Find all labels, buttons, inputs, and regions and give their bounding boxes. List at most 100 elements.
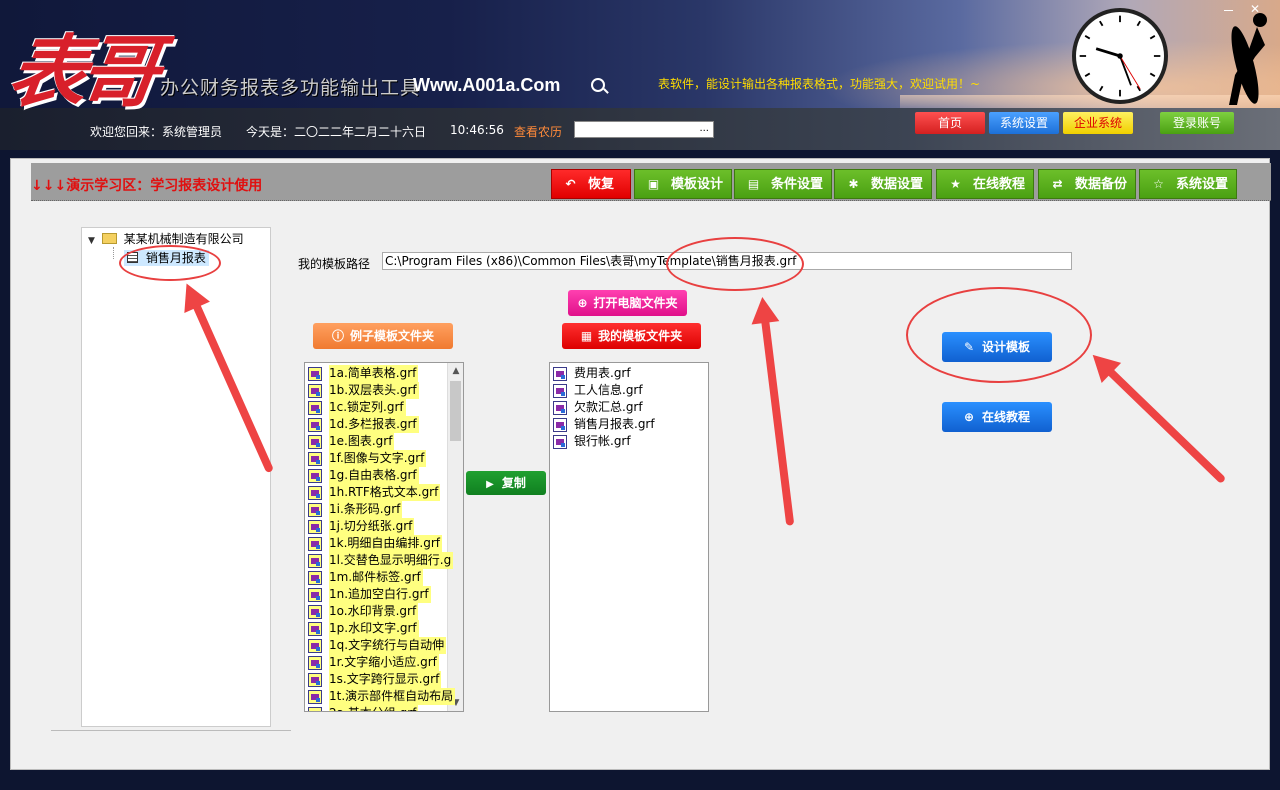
my-file-label: 欠款汇总.grf xyxy=(574,400,643,414)
nav-home-button[interactable]: 首页 xyxy=(915,112,985,134)
table-icon xyxy=(127,252,138,263)
tree-item-sales-report[interactable]: 销售月报表 xyxy=(124,250,209,266)
close-icon[interactable]: ✕ xyxy=(1250,3,1264,15)
example-file-item[interactable]: 1o.水印背景.grf xyxy=(305,603,447,620)
example-file-item[interactable]: 1e.图表.grf xyxy=(305,433,447,450)
example-file-item[interactable]: 1p.水印文字.grf xyxy=(305,620,447,637)
online-tutorial-button[interactable]: ★ 在线教程 xyxy=(936,169,1034,199)
restore-button[interactable]: ↶ 恢复 xyxy=(551,169,631,199)
example-template-list[interactable]: ▲ ▼ 1a.简单表格.grf 1b.双层表头.grf 1c.锁定列.grf 1d.多… xyxy=(304,362,464,712)
example-file-item[interactable]: 1q.文字统行与自动伸 xyxy=(305,637,447,654)
report-file-icon xyxy=(553,367,567,381)
my-template-list[interactable]: 费用表.grf 工人信息.grf 欠款汇总.grf 销售月报表.grf 银行帐.grf xyxy=(549,362,709,712)
example-file-label: 1s.文字跨行显示.grf xyxy=(329,671,442,688)
example-file-label: 1q.文字统行与自动伸 xyxy=(329,637,447,654)
example-file-item[interactable]: 1h.RTF格式文本.grf xyxy=(305,484,447,501)
data-settings-button[interactable]: ✱ 数据设置 xyxy=(834,169,932,199)
example-file-item[interactable]: 1m.邮件标签.grf xyxy=(305,569,447,586)
main-panel: ↓↓↓演示学习区：学习报表设计使用 ↶ 恢复 ▣ 模板设计 ▤ 条件设置 ✱ 数据设置 … xyxy=(10,158,1271,770)
report-file-icon xyxy=(308,367,322,381)
clock-icon xyxy=(1072,8,1168,104)
my-folder-label: 我的模板文件夹 xyxy=(598,329,683,343)
copy-button[interactable]: ▶ 复制 xyxy=(466,471,546,495)
template-path-label: 我的模板路径 xyxy=(298,257,371,271)
example-file-label: 1a.简单表格.grf xyxy=(329,365,419,382)
report-file-icon xyxy=(308,503,322,517)
my-file-item[interactable]: 欠款汇总.grf xyxy=(550,399,708,416)
picture-icon: ▤ xyxy=(747,177,760,191)
example-file-item[interactable]: 1d.多栏报表.grf xyxy=(305,416,447,433)
template-design-button[interactable]: ▣ 模板设计 xyxy=(634,169,732,199)
report-file-icon xyxy=(553,384,567,398)
retweet-icon: ⇄ xyxy=(1052,177,1063,191)
condition-settings-button[interactable]: ▤ 条件设置 xyxy=(734,169,832,199)
condition-settings-label: 条件设置 xyxy=(771,177,824,192)
design-template-label: 设计模板 xyxy=(982,340,1031,354)
example-file-label: 1f.图像与文字.grf xyxy=(329,450,427,467)
example-file-item[interactable]: 1s.文字跨行显示.grf xyxy=(305,671,447,688)
report-file-icon xyxy=(308,588,322,602)
report-file-icon xyxy=(308,639,322,653)
collapse-icon[interactable]: ▼ xyxy=(88,236,95,246)
edit-icon: ✎ xyxy=(963,340,975,354)
minimize-icon[interactable] xyxy=(1222,4,1236,14)
tutorial-button[interactable]: ⊕ 在线教程 xyxy=(942,402,1052,432)
search-icon[interactable] xyxy=(591,78,605,92)
tree-connector xyxy=(113,247,114,259)
example-file-item[interactable]: 1f.图像与文字.grf xyxy=(305,450,447,467)
tree-root[interactable]: ▼ 某某机械制造有限公司 xyxy=(88,231,244,247)
my-file-item[interactable]: 销售月报表.grf xyxy=(550,416,708,433)
my-file-item[interactable]: 银行帐.grf xyxy=(550,433,708,450)
example-file-item[interactable]: 1k.明细自由编排.grf xyxy=(305,535,447,552)
star-icon: ★ xyxy=(950,177,961,191)
example-folder-button[interactable]: ⓘ 例子模板文件夹 xyxy=(313,323,453,349)
nav-login-button[interactable]: 登录账号 xyxy=(1160,112,1234,134)
my-folder-button[interactable]: ▦ 我的模板文件夹 xyxy=(562,323,701,349)
lunar-calendar-link[interactable]: 查看农历 xyxy=(514,123,562,140)
example-file-item[interactable]: 1j.切分纸张.grf xyxy=(305,518,447,535)
my-file-label: 银行帐.grf xyxy=(574,434,631,448)
example-file-item[interactable]: 1a.简单表格.grf xyxy=(305,365,447,382)
template-path-input[interactable]: C:\Program Files (x86)\Common Files\表哥\m… xyxy=(382,252,1072,270)
example-file-item[interactable]: 1i.条形码.grf xyxy=(305,501,447,518)
zoom-in-icon: ⊕ xyxy=(963,410,975,424)
my-file-item[interactable]: 工人信息.grf xyxy=(550,382,708,399)
my-file-label: 工人信息.grf xyxy=(574,383,643,397)
zoom-icon: ⊕ xyxy=(577,296,588,310)
data-backup-button[interactable]: ⇄ 数据备份 xyxy=(1038,169,1136,199)
online-tutorial-label: 在线教程 xyxy=(973,177,1026,192)
company-tree[interactable]: ▼ 某某机械制造有限公司 销售月报表 xyxy=(81,227,271,727)
report-file-icon xyxy=(308,520,322,534)
nav-enterprise-button[interactable]: 企业系统 xyxy=(1063,112,1133,134)
scroll-up-icon[interactable]: ▲ xyxy=(451,366,461,376)
undo-icon: ↶ xyxy=(565,177,576,191)
example-file-item[interactable]: 1l.交替色显示明细行.g xyxy=(305,552,454,569)
example-file-label: 1k.明细自由编排.grf xyxy=(329,535,442,552)
date-picker[interactable]: ... xyxy=(574,121,714,138)
system-settings-button[interactable]: ☆ 系统设置 xyxy=(1139,169,1237,199)
report-file-icon xyxy=(308,418,322,432)
folder-icon xyxy=(101,233,117,244)
report-file-icon xyxy=(308,571,322,585)
example-file-item[interactable]: 1c.锁定列.grf xyxy=(305,399,447,416)
example-file-item[interactable]: 2a.基本分组.grf xyxy=(305,705,447,711)
welcome-text: 欢迎您回来：系统管理员 xyxy=(90,125,223,139)
example-file-item[interactable]: 1n.追加空白行.grf xyxy=(305,586,447,603)
open-folder-button[interactable]: ⊕ 打开电脑文件夹 xyxy=(568,290,687,316)
example-file-item[interactable]: 1b.双层表头.grf xyxy=(305,382,447,399)
example-file-item[interactable]: 1r.文字缩小适应.grf xyxy=(305,654,447,671)
site-link[interactable]: Www.A001a.Com xyxy=(413,75,560,96)
example-list-scrollbar[interactable]: ▲ ▼ xyxy=(447,363,463,711)
nav-system-settings-button[interactable]: 系统设置 xyxy=(989,112,1059,134)
my-file-item[interactable]: 费用表.grf xyxy=(550,365,708,382)
example-file-label: 2a.基本分组.grf xyxy=(329,705,419,711)
scrollbar-thumb[interactable] xyxy=(450,381,461,441)
design-template-button[interactable]: ✎ 设计模板 xyxy=(942,332,1052,362)
example-file-label: 1d.多栏报表.grf xyxy=(329,416,419,433)
example-file-label: 1g.自由表格.grf xyxy=(329,467,419,484)
annotation-arrow-design xyxy=(1094,356,1227,485)
report-file-icon xyxy=(553,418,567,432)
example-file-item[interactable]: 1t.演示部件框自动布局 xyxy=(305,688,456,705)
example-file-item[interactable]: 1g.自由表格.grf xyxy=(305,467,447,484)
report-file-icon xyxy=(308,401,322,415)
